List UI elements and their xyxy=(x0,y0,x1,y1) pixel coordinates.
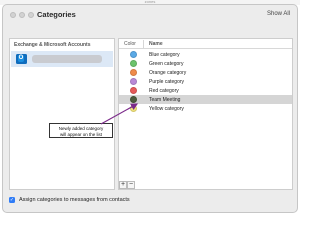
assign-categories-checkbox[interactable]: ✓ xyxy=(9,197,15,203)
annotation-arrow xyxy=(100,103,139,125)
assign-categories-label: Assign categories to messages from conta… xyxy=(19,197,130,203)
categories-window: Categories Show All Exchange & Microsoft… xyxy=(2,4,298,213)
